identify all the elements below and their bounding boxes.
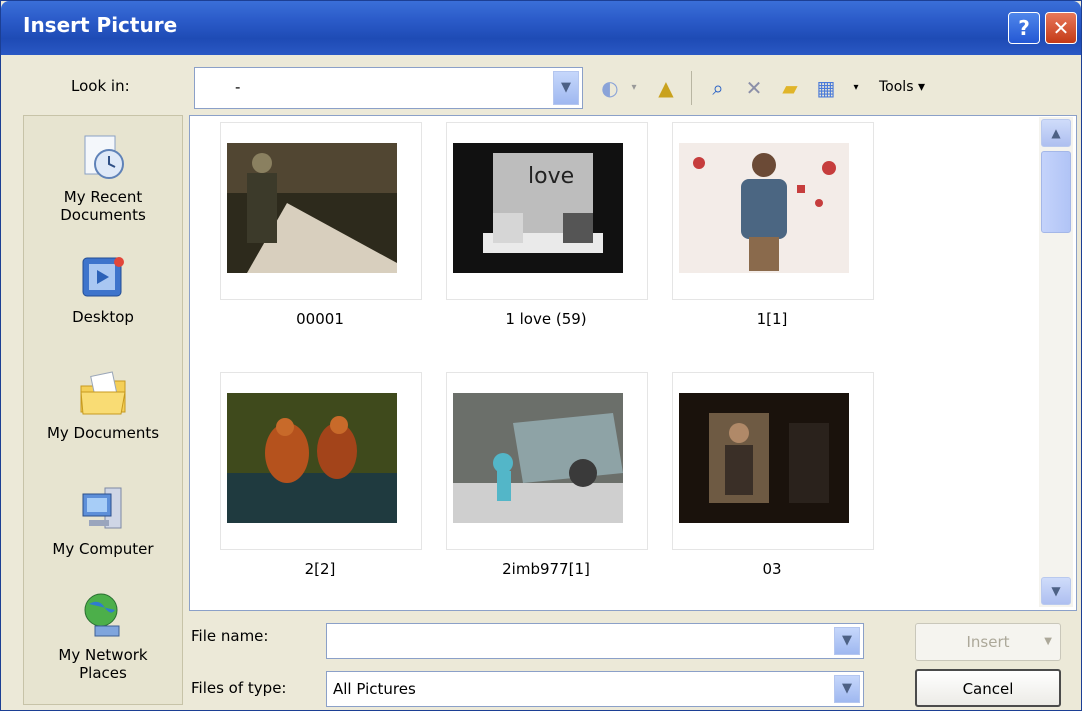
my-documents-icon — [75, 366, 131, 422]
file-name: 03 — [762, 560, 782, 578]
place-my-computer[interactable]: My Computer — [24, 482, 182, 558]
file-list[interactable]: 00001 love 1 love (59) 1[1] 2[2] 2imb977… — [189, 115, 1077, 611]
cancel-button[interactable]: Cancel — [915, 669, 1061, 707]
file-name: 2[2] — [304, 560, 336, 578]
file-item[interactable]: 1[1] — [652, 122, 892, 336]
cancel-button-label: Cancel — [962, 680, 1014, 698]
thumbnail-image — [679, 393, 849, 523]
places-bar: My Recent Documents Desktop My Documents… — [23, 115, 183, 705]
place-my-documents[interactable]: My Documents — [24, 366, 182, 442]
look-in-dropdown[interactable]: - ▼ — [194, 67, 583, 109]
delete-icon[interactable]: ✕ — [741, 75, 767, 101]
back-icon[interactable]: ◐ — [597, 75, 623, 101]
insert-picture-dialog: Insert Picture ? ✕ Look in: - ▼ ◐ ▾ ▲ ⌕ … — [0, 0, 1082, 711]
thumbnail-frame — [220, 372, 422, 550]
search-web-icon[interactable]: ⌕ — [705, 75, 731, 101]
help-button[interactable]: ? — [1008, 12, 1040, 44]
thumbnail-image — [227, 393, 397, 523]
file-name: 2imb977[1] — [502, 560, 590, 578]
place-label: Documents — [60, 206, 146, 224]
place-label: My Computer — [52, 540, 154, 558]
files-of-type-dropdown[interactable]: All Pictures ▼ — [326, 671, 864, 707]
thumbnail-image — [227, 143, 397, 273]
place-desktop[interactable]: Desktop — [24, 250, 182, 326]
file-name: 00001 — [296, 310, 344, 328]
scroll-thumb[interactable] — [1041, 151, 1071, 233]
file-name-input[interactable] — [327, 624, 835, 660]
place-label: My Network — [58, 646, 148, 664]
file-item[interactable]: 00001 — [200, 122, 440, 336]
place-my-network-places[interactable]: My Network Places — [24, 588, 182, 682]
recent-documents-icon — [75, 130, 131, 186]
network-places-icon — [75, 588, 131, 644]
chevron-down-icon[interactable]: ▼ — [553, 71, 579, 105]
scroll-up-button[interactable]: ▲ — [1041, 119, 1071, 147]
place-label: My Recent — [63, 188, 143, 206]
toolbar-separator — [691, 71, 692, 105]
look-in-value: - — [235, 78, 241, 96]
window-title: Insert Picture — [23, 13, 178, 37]
file-name: 1 love (59) — [505, 310, 587, 328]
file-name-field[interactable]: ▼ — [326, 623, 864, 660]
chevron-down-icon[interactable]: ▼ — [1044, 624, 1052, 660]
views-icon[interactable]: ▦ — [813, 75, 839, 101]
up-folder-icon[interactable]: ▲ — [653, 75, 679, 101]
insert-button-label: Insert — [966, 633, 1010, 651]
thumbnail-image — [453, 393, 623, 523]
thumbnail-frame — [446, 372, 648, 550]
chevron-down-icon[interactable]: ▼ — [834, 675, 860, 703]
place-label: Places — [79, 664, 127, 682]
insert-button[interactable]: Insert ▼ — [915, 623, 1061, 661]
files-of-type-value: All Pictures — [333, 680, 416, 698]
tools-menu[interactable]: Tools ▾ — [879, 79, 925, 95]
file-name: 1[1] — [756, 310, 788, 328]
thumbnail-frame — [672, 122, 874, 300]
new-folder-icon[interactable]: ▰ — [777, 75, 803, 101]
place-label: Desktop — [72, 308, 134, 326]
title-bar[interactable]: Insert Picture ? ✕ — [1, 1, 1081, 55]
chevron-down-icon[interactable]: ▼ — [834, 627, 860, 655]
scroll-down-button[interactable]: ▼ — [1041, 577, 1071, 605]
thumbnail-frame — [220, 122, 422, 300]
thumbnail-frame: love — [446, 122, 648, 300]
vertical-scrollbar[interactable]: ▲ ▼ — [1039, 117, 1073, 607]
place-label: My Documents — [46, 424, 160, 442]
file-item[interactable]: 03 — [652, 372, 892, 586]
file-item[interactable]: love 1 love (59) — [426, 122, 666, 336]
file-item[interactable]: 2[2] — [200, 372, 440, 586]
look-in-label: Look in: — [71, 77, 130, 95]
my-computer-icon — [75, 482, 131, 538]
files-of-type-label: Files of type: — [191, 679, 287, 697]
views-dropdown-icon[interactable]: ▾ — [843, 75, 869, 101]
place-my-recent-documents[interactable]: My Recent Documents — [24, 130, 182, 224]
svg-text:love: love — [528, 164, 574, 189]
file-name-label: File name: — [191, 627, 269, 645]
desktop-icon — [75, 250, 131, 306]
close-button[interactable]: ✕ — [1045, 12, 1077, 44]
thumbnail-image — [679, 143, 849, 273]
thumbnail-image: love — [453, 143, 623, 273]
thumbnail-frame — [672, 372, 874, 550]
back-dropdown-icon[interactable]: ▾ — [621, 75, 647, 101]
file-item[interactable]: 2imb977[1] — [426, 372, 666, 586]
